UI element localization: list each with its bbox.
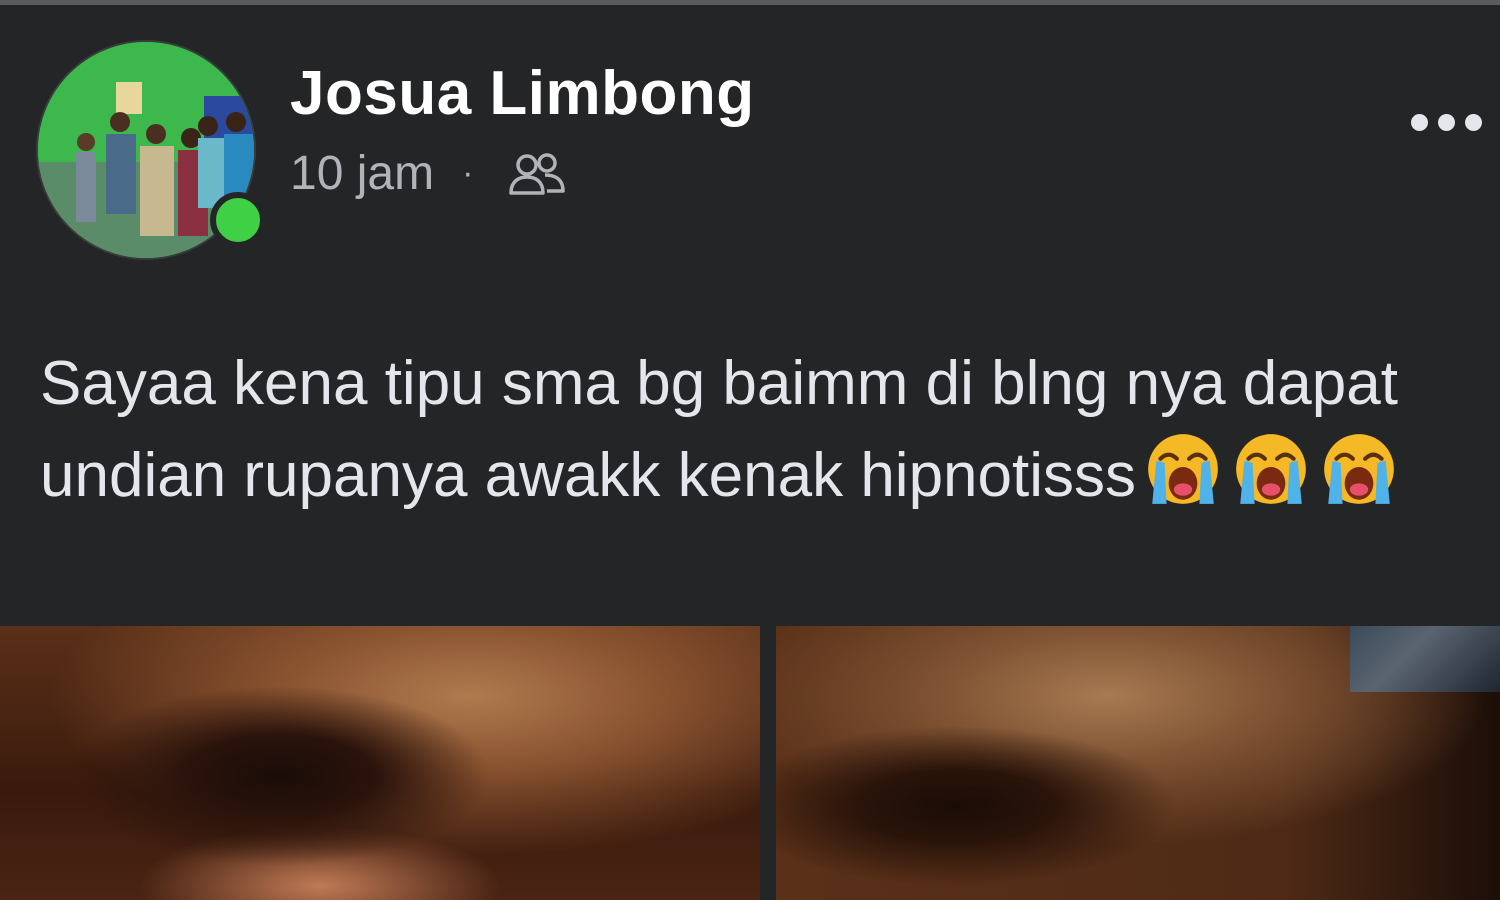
post-text: Sayaa kena tipu sma bg baimm di blng nya… xyxy=(40,340,1460,520)
loudly-crying-face-icon xyxy=(1148,434,1218,504)
video-call-thumbnail xyxy=(1350,626,1500,692)
post-card: Josua Limbong 10 jam · Sayaa kena tipu s… xyxy=(0,0,1500,900)
top-divider xyxy=(0,0,1500,5)
post-time[interactable]: 10 jam xyxy=(290,146,434,201)
post-photo-left[interactable] xyxy=(0,626,760,900)
loudly-crying-face-icon xyxy=(1324,434,1394,504)
photo-divider xyxy=(760,626,776,900)
meta-separator: · xyxy=(462,154,474,192)
post-photo-right[interactable] xyxy=(776,626,1500,900)
more-options-icon[interactable] xyxy=(1411,114,1482,131)
friends-icon[interactable] xyxy=(507,149,567,199)
author-avatar-wrapper[interactable] xyxy=(36,40,266,260)
author-name[interactable]: Josua Limbong xyxy=(290,58,755,129)
loudly-crying-face-icon xyxy=(1236,434,1306,504)
online-status-dot xyxy=(210,192,266,248)
post-meta: 10 jam · xyxy=(290,146,567,201)
